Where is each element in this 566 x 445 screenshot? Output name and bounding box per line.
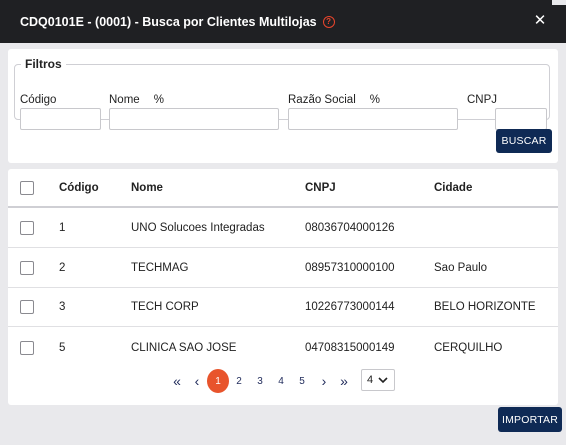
chevron-down-icon [378, 376, 388, 383]
row-checkbox[interactable] [20, 261, 34, 275]
cell-codigo: 1 [59, 222, 66, 234]
page-2[interactable]: 2 [233, 369, 245, 393]
table-header: Código Nome CNPJ Cidade [8, 169, 558, 208]
page-1[interactable]: 1 [207, 369, 229, 393]
buscar-button[interactable]: BUSCAR [496, 129, 552, 153]
modal-title: CDQ0101E - (0001) - Busca por Clientes M… [20, 14, 317, 29]
cell-cnpj: 08036704000126 [305, 222, 395, 234]
prev-page-icon[interactable]: ‹ [191, 369, 203, 393]
row-checkbox[interactable] [20, 340, 34, 355]
row-checkbox[interactable] [20, 221, 34, 235]
table-row[interactable]: 3 TECH CORP 10226773000144 BELO HORIZONT… [8, 288, 558, 327]
cnpj-label: CNPJ [467, 94, 498, 106]
cell-cnpj: 04708315000149 [305, 341, 395, 354]
page-size-value: 4 [367, 374, 374, 386]
razao-social-input[interactable] [288, 108, 458, 130]
razao-label: Razão Social% [288, 94, 380, 106]
cell-codigo: 3 [59, 301, 66, 313]
page-3[interactable]: 3 [254, 369, 266, 393]
first-page-icon[interactable]: « [170, 369, 184, 393]
importar-button[interactable]: IMPORTAR [498, 407, 562, 432]
next-page-icon[interactable]: › [318, 369, 330, 393]
select-all-checkbox[interactable] [20, 180, 34, 195]
cell-cidade: CERQUILHO [434, 341, 503, 354]
last-page-icon[interactable]: » [337, 369, 351, 393]
cell-cnpj: 08957310000100 [305, 262, 395, 274]
filters-panel: Filtros Código Nome% Razão Social% CNPJ … [8, 49, 558, 163]
nome-label-text: Nome [109, 94, 140, 106]
table-row[interactable]: 5 CLINICA SAO JOSE 04708315000149 CERQUI… [8, 328, 558, 367]
cell-codigo: 2 [59, 262, 66, 274]
window-edge [552, 0, 566, 5]
cell-codigo: 5 [59, 341, 66, 354]
header-codigo[interactable]: Código [59, 182, 99, 194]
close-icon[interactable]: ✕ [532, 13, 548, 29]
page-4[interactable]: 4 [275, 369, 287, 393]
cnpj-input[interactable] [495, 108, 547, 130]
cell-nome: TECHMAG [131, 262, 189, 274]
cell-nome: TECH CORP [131, 301, 199, 313]
codigo-input[interactable] [20, 108, 101, 130]
pagination: « ‹ 1 2 3 4 5 › » 4 [8, 369, 558, 393]
results-panel: Código Nome CNPJ Cidade 1 UNO Solucoes I… [8, 169, 558, 405]
help-icon[interactable]: ? [322, 15, 335, 28]
filters-legend: Filtros [25, 57, 62, 71]
header-nome[interactable]: Nome [131, 182, 163, 194]
cell-cidade: Sao Paulo [434, 262, 488, 274]
row-checkbox[interactable] [20, 300, 34, 314]
cell-cnpj: 10226773000144 [305, 301, 395, 313]
header-cnpj[interactable]: CNPJ [305, 182, 336, 194]
page-5[interactable]: 5 [296, 369, 308, 393]
table-row[interactable]: 2 TECHMAG 08957310000100 Sao Paulo [8, 249, 558, 288]
codigo-label: Código [20, 94, 57, 106]
table-row[interactable]: 1 UNO Solucoes Integradas 08036704000126 [8, 209, 558, 248]
nome-input[interactable] [109, 108, 279, 130]
cell-nome: CLINICA SAO JOSE [131, 341, 237, 354]
nome-label: Nome% [109, 94, 164, 106]
nome-wildcard: % [153, 94, 164, 106]
filters-fieldset: Filtros Código Nome% Razão Social% CNPJ [14, 57, 550, 130]
cell-cidade: BELO HORIZONTE [434, 301, 536, 313]
modal-titlebar: CDQ0101E - (0001) - Busca por Clientes M… [0, 0, 566, 43]
razao-label-text: Razão Social [288, 94, 356, 106]
razao-wildcard: % [369, 94, 380, 106]
header-cidade[interactable]: Cidade [434, 182, 472, 194]
page-size-select[interactable]: 4 [361, 369, 395, 391]
cell-nome: UNO Solucoes Integradas [131, 222, 265, 234]
